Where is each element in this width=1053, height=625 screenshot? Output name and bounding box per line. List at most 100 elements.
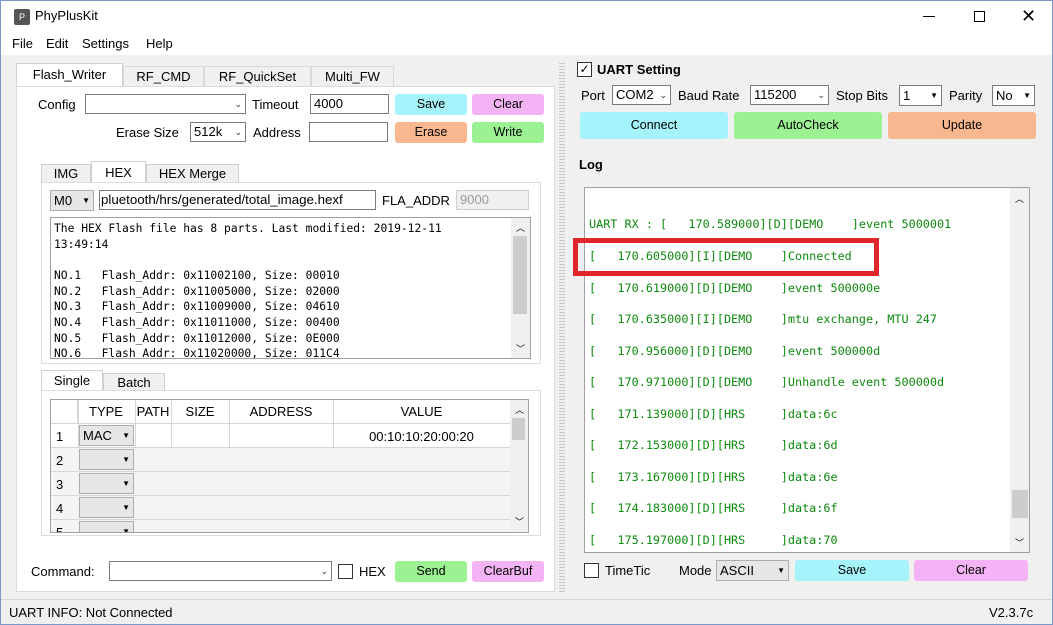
scroll-down-icon[interactable]: ﹀ [516, 342, 525, 355]
caret-down-icon: ▼ [122, 503, 130, 512]
uart-checkbox[interactable]: ✓ [577, 62, 592, 77]
save-button[interactable]: Save [395, 94, 467, 115]
write-button[interactable]: Write [472, 122, 544, 143]
erase-size-select[interactable]: 512k ⌄ [190, 122, 246, 142]
type-select[interactable]: ▼ [79, 449, 134, 470]
type-select[interactable]: ▼ [79, 497, 134, 518]
scroll-down-icon[interactable]: ﹀ [515, 515, 524, 528]
clearbuf-button[interactable]: ClearBuf [472, 561, 544, 582]
tab-single[interactable]: Single [41, 370, 103, 391]
update-button[interactable]: Update [888, 112, 1036, 139]
hex-info-line: NO.1 Flash_Addr: 0x11002100, Size: 00010 [54, 269, 340, 282]
table-header-address: ADDRESS [249, 404, 313, 419]
table-scrollbar[interactable]: ︿ ﹀ [510, 400, 528, 532]
row-value[interactable]: 00:10:10:20:00:20 [333, 429, 510, 444]
scroll-down-icon[interactable]: ﹀ [1015, 536, 1024, 549]
mode-select[interactable]: ASCII ▼ [716, 560, 789, 581]
hex-mode-select[interactable]: M0 ▼ [50, 190, 94, 211]
scroll-up-icon[interactable]: ︿ [515, 403, 524, 416]
timeout-label: Timeout [252, 97, 299, 112]
caret-down-icon: ▼ [82, 196, 90, 205]
fla-addr-input[interactable]: 9000 [456, 190, 529, 210]
hex-info-textbox[interactable]: The HEX Flash file has 8 parts. Last mod… [50, 217, 531, 359]
log-line: [ 173.167000][D][HRS ]data:6e [589, 470, 838, 484]
row-number: 1 [56, 429, 64, 444]
type-select[interactable]: ▼ [79, 473, 134, 494]
menu-file[interactable]: File [12, 36, 33, 51]
parity-select[interactable]: No ▼ [992, 85, 1035, 106]
type-select[interactable]: ▼ [79, 521, 134, 533]
tab-rf-quickset[interactable]: RF_QuickSet [204, 66, 311, 86]
scroll-up-icon[interactable]: ︿ [516, 221, 525, 234]
port-label: Port [581, 88, 605, 103]
menu-edit[interactable]: Edit [46, 36, 68, 51]
hex-info-scrollbar[interactable]: ︿ ﹀ [511, 218, 530, 358]
minimize-icon[interactable] [923, 16, 935, 17]
autocheck-button[interactable]: AutoCheck [734, 112, 882, 139]
tab-hex-label: HEX [105, 165, 132, 180]
baud-rate-select[interactable]: 115200 ⌄ [750, 85, 829, 105]
erase-button[interactable]: Erase [395, 122, 467, 143]
table-row[interactable]: 3 ▼ [51, 472, 510, 496]
tab-hex-merge-label: HEX Merge [158, 166, 227, 181]
caret-down-icon: ▼ [122, 527, 130, 533]
log-save-button[interactable]: Save [795, 560, 909, 581]
log-line: [ 170.956000][D][DEMO ]event 500000d [589, 344, 881, 358]
single-table: TYPE PATH SIZE ADDRESS VALUE 1 MAC ▼ 00:1… [50, 399, 529, 533]
scroll-up-icon[interactable]: ︿ [1015, 192, 1024, 205]
chevron-down-icon: ⌄ [234, 127, 242, 137]
table-header-type: TYPE [89, 404, 123, 419]
tab-hex-merge[interactable]: HEX Merge [146, 164, 239, 183]
log-line: [ 170.971000][D][DEMO ]Unhandle event 50… [589, 375, 945, 389]
type-select[interactable]: MAC ▼ [79, 425, 134, 446]
send-button[interactable]: Send [395, 561, 467, 582]
scrollbar-thumb[interactable] [1012, 490, 1028, 518]
tab-img[interactable]: IMG [41, 164, 91, 183]
caret-down-icon: ▼ [122, 455, 130, 464]
caret-down-icon: ▼ [777, 566, 785, 575]
log-scrollbar[interactable]: ︿ ﹀ [1010, 188, 1029, 552]
menu-settings[interactable]: Settings [82, 36, 129, 51]
stop-bits-label: Stop Bits [836, 88, 889, 103]
port-select[interactable]: COM2 ⌄ [612, 85, 671, 105]
caret-down-icon: ▼ [1023, 91, 1031, 100]
tab-multi-fw[interactable]: Multi_FW [311, 66, 394, 86]
row-number: 3 [56, 477, 64, 492]
log-line: [ 170.635000][I][DEMO ]mtu exchange, MTU… [589, 312, 938, 326]
command-select[interactable]: ⌄ [109, 561, 332, 581]
tab-batch[interactable]: Batch [103, 373, 165, 391]
tab-flash-writer[interactable]: Flash_Writer [16, 63, 123, 87]
table-row[interactable]: 1 MAC ▼ 00:10:10:20:00:20 [51, 424, 510, 448]
tab-hex[interactable]: HEX [91, 161, 146, 183]
menu-help[interactable]: Help [146, 36, 173, 51]
maximize-icon[interactable] [974, 11, 985, 22]
caret-down-icon: ▼ [122, 479, 130, 488]
hex-path-input[interactable]: pluetooth/hrs/generated/total_image.hexf [99, 190, 376, 210]
table-row[interactable]: 5 ▼ [51, 520, 510, 533]
app-window: P PhyPlusKit ✕ File Edit Settings Help F… [0, 0, 1053, 625]
table-row[interactable]: 2 ▼ [51, 448, 510, 472]
stop-bits-select[interactable]: 1 ▼ [899, 85, 942, 106]
hex-checkbox[interactable] [338, 564, 353, 579]
address-input[interactable] [309, 122, 388, 142]
scrollbar-thumb[interactable] [512, 418, 525, 440]
menu-bar: File Edit Settings Help [1, 33, 1052, 55]
timeout-input[interactable]: 4000 [310, 94, 389, 114]
row-number: 5 [56, 525, 64, 533]
chevron-down-icon: ⌄ [320, 566, 328, 576]
scrollbar-thumb[interactable] [513, 236, 527, 314]
panel-splitter[interactable] [559, 61, 565, 593]
tab-rf-cmd[interactable]: RF_CMD [123, 66, 204, 86]
log-clear-button[interactable]: Clear [914, 560, 1028, 581]
table-row[interactable]: 4 ▼ [51, 496, 510, 520]
hex-info-line: NO.4 Flash_Addr: 0x11011000, Size: 00400 [54, 316, 340, 329]
config-select[interactable]: ⌄ [85, 94, 246, 114]
hex-info-line: NO.6 Flash_Addr: 0x11020000, Size: 011C4 [54, 347, 340, 359]
tab-batch-label: Batch [117, 375, 151, 390]
timetic-checkbox[interactable] [584, 563, 599, 578]
highlight-box [573, 238, 879, 276]
close-icon[interactable]: ✕ [1021, 5, 1036, 27]
clear-button[interactable]: Clear [472, 94, 544, 115]
fla-addr-label: FLA_ADDR [382, 193, 450, 208]
connect-button[interactable]: Connect [580, 112, 728, 139]
